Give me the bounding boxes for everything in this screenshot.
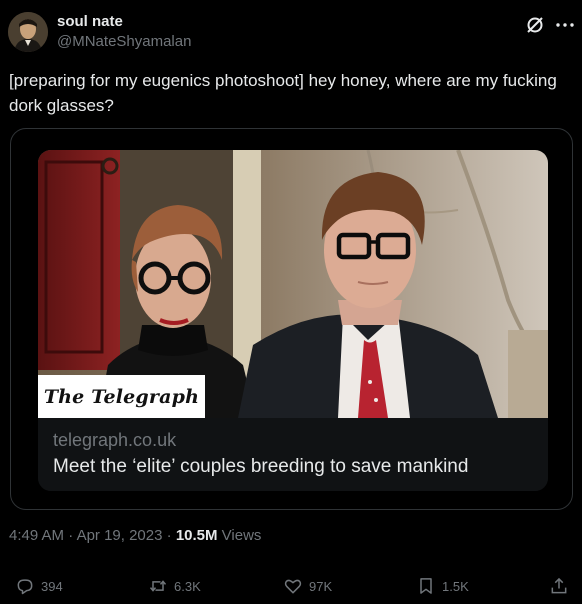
bookmark-button[interactable]: 1.5K [416, 572, 469, 600]
card-domain[interactable]: telegraph.co.uk [53, 430, 176, 451]
portrait-avatar-icon [8, 12, 48, 52]
tweet-text: [preparing for my eugenics photoshoot] h… [9, 71, 557, 115]
like-count: 97K [309, 578, 333, 594]
action-bar: 394 6.3K 97K 1.5K [0, 572, 582, 600]
share-icon [551, 577, 567, 594]
grok-icon[interactable] [524, 14, 546, 36]
heart-icon [284, 579, 302, 594]
more-options-icon[interactable] [554, 14, 576, 36]
bookmark-icon [420, 578, 432, 594]
meta-separator: · [162, 527, 176, 544]
source-badge-text: The Telegraph [43, 385, 200, 408]
reply-icon [17, 579, 33, 595]
views-label: Views [217, 527, 262, 544]
repost-count: 6.3K [174, 578, 201, 594]
bookmark-count: 1.5K [442, 578, 469, 594]
avatar[interactable] [8, 12, 48, 52]
repost-icon [149, 580, 167, 592]
tweet-meta: 4:49 AM · Apr 19, 2023 · 10.5M Views [9, 527, 261, 544]
link-card-body[interactable]: The Telegraph telegraph.co.uk Meet the ‘… [38, 150, 548, 491]
tweet-date[interactable]: Apr 19, 2023 [77, 527, 163, 544]
like-button[interactable]: 97K [283, 572, 332, 600]
share-button[interactable] [549, 572, 569, 600]
source-badge: The Telegraph [38, 375, 205, 418]
display-name[interactable]: soul nate [57, 13, 123, 30]
reply-button[interactable]: 394 [15, 572, 63, 600]
user-handle[interactable]: @MNateShyamalan [57, 33, 191, 50]
card-image[interactable]: The Telegraph [38, 150, 548, 418]
reply-count: 394 [41, 578, 63, 594]
card-title[interactable]: Meet the ‘elite’ couples breeding to sav… [53, 456, 468, 478]
tweet-container: soul nate @MNateShyamalan [preparing for… [0, 0, 582, 604]
views-count: 10.5M [175, 527, 218, 544]
link-card[interactable]: The Telegraph telegraph.co.uk Meet the ‘… [10, 128, 573, 510]
meta-separator: · [64, 527, 77, 544]
card-footer[interactable]: telegraph.co.uk Meet the ‘elite’ couples… [38, 418, 548, 491]
tweet-time[interactable]: 4:49 AM [9, 527, 64, 544]
repost-button[interactable]: 6.3K [148, 572, 201, 600]
